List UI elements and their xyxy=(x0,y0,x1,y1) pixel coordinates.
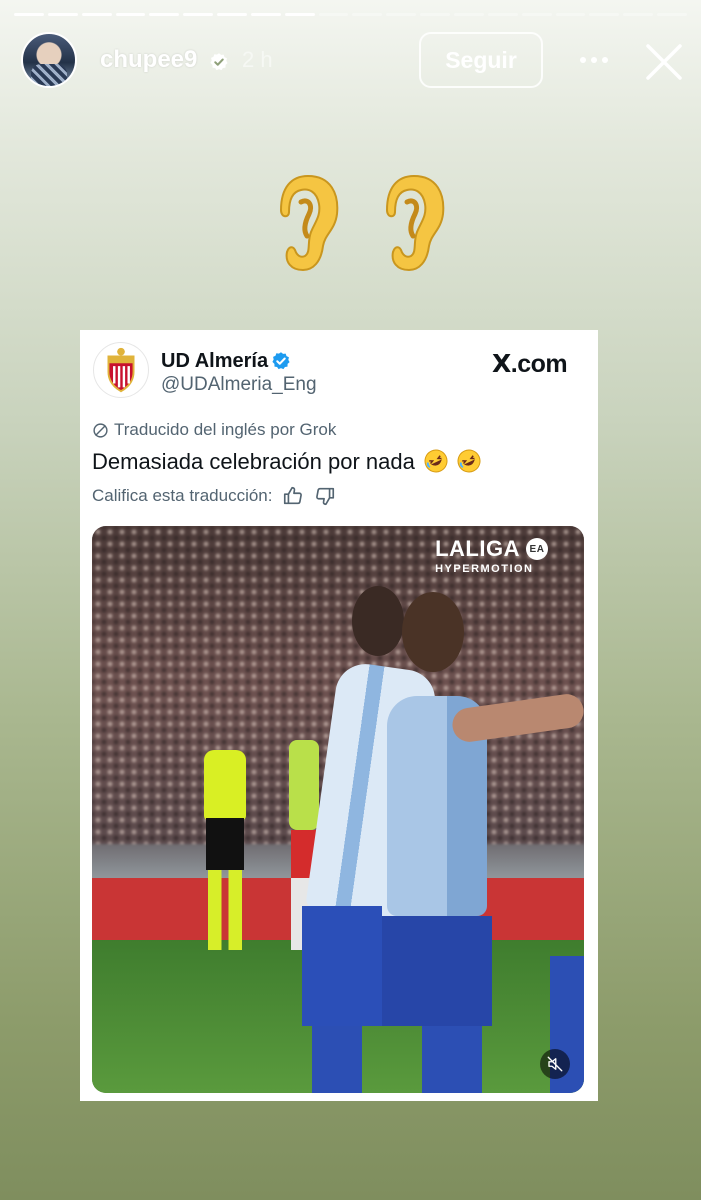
translation-note: Traducido del inglés por Grok xyxy=(92,420,336,440)
account-name[interactable]: UD Almería xyxy=(161,350,268,373)
progress-segment xyxy=(657,13,687,16)
laliga-main-text: LALIGA xyxy=(435,536,520,561)
progress-segment xyxy=(14,13,44,16)
progress-segment xyxy=(420,13,450,16)
progress-segment xyxy=(250,13,281,16)
rofl-emoji-icon xyxy=(457,449,481,473)
source-label: X.com xyxy=(492,349,568,379)
ea-badge: EA xyxy=(526,538,548,560)
progress-segment xyxy=(47,13,78,16)
progress-segment xyxy=(318,13,349,16)
progress-segment xyxy=(487,13,518,16)
verified-icon xyxy=(272,352,290,370)
progress-segment xyxy=(284,13,315,16)
progress-segment xyxy=(521,13,552,16)
thumbs-up-icon[interactable] xyxy=(282,485,304,507)
tweet-text-content: Demasiada celebración por nada xyxy=(92,449,415,474)
celebrating-players xyxy=(302,586,572,1093)
referee-figure xyxy=(200,750,250,950)
follow-button[interactable]: Seguir xyxy=(419,32,543,88)
progress-segment xyxy=(589,13,620,16)
username[interactable]: chupee9 xyxy=(100,46,197,74)
more-options-button[interactable] xyxy=(574,42,614,78)
post-time: 2 h xyxy=(242,47,273,72)
tweet-video[interactable]: LALIGA EA HYPERMOTION xyxy=(92,526,584,1093)
progress-segment xyxy=(115,13,146,16)
laliga-logo: LALIGA EA HYPERMOTION xyxy=(435,536,548,575)
account-handle[interactable]: @UDAlmeria_Eng xyxy=(161,374,317,396)
laliga-sub-text: HYPERMOTION xyxy=(435,563,534,575)
shared-tweet-card[interactable]: UD Almería @UDAlmeria_Eng X.com Traducid… xyxy=(80,330,598,1101)
speaker-muted-icon xyxy=(547,1056,563,1072)
close-icon[interactable] xyxy=(642,40,686,84)
progress-segment xyxy=(386,13,417,16)
club-crest-icon xyxy=(93,342,149,398)
verified-icon xyxy=(210,53,228,71)
x-domain-text: .com xyxy=(510,350,568,378)
ear-icon xyxy=(279,174,339,272)
progress-segment xyxy=(217,13,247,16)
translated-label: Traducido del inglés por Grok xyxy=(114,420,337,439)
tweet-text: Demasiada celebración por nada xyxy=(92,449,481,475)
avatar[interactable] xyxy=(21,32,77,88)
progress-segment xyxy=(183,13,214,16)
more-icon xyxy=(580,57,608,63)
progress-segment xyxy=(149,13,180,16)
ear-icon xyxy=(385,174,445,272)
progress-segment xyxy=(352,13,383,16)
progress-segment xyxy=(81,13,112,16)
progress-segment xyxy=(453,13,484,16)
progress-segment xyxy=(555,13,586,16)
x-logo-icon: X xyxy=(492,349,511,378)
grok-icon xyxy=(93,422,108,438)
rate-translation: Califica esta traducción: xyxy=(92,485,336,507)
progress-segment xyxy=(623,13,654,16)
rate-label: Califica esta traducción: xyxy=(92,486,273,505)
rofl-emoji-icon xyxy=(424,449,448,473)
story-header: chupee9 2 h Seguir xyxy=(0,32,701,90)
mute-button[interactable] xyxy=(540,1049,570,1079)
thumbs-down-icon[interactable] xyxy=(314,485,336,507)
story-progress-bar xyxy=(14,13,687,16)
